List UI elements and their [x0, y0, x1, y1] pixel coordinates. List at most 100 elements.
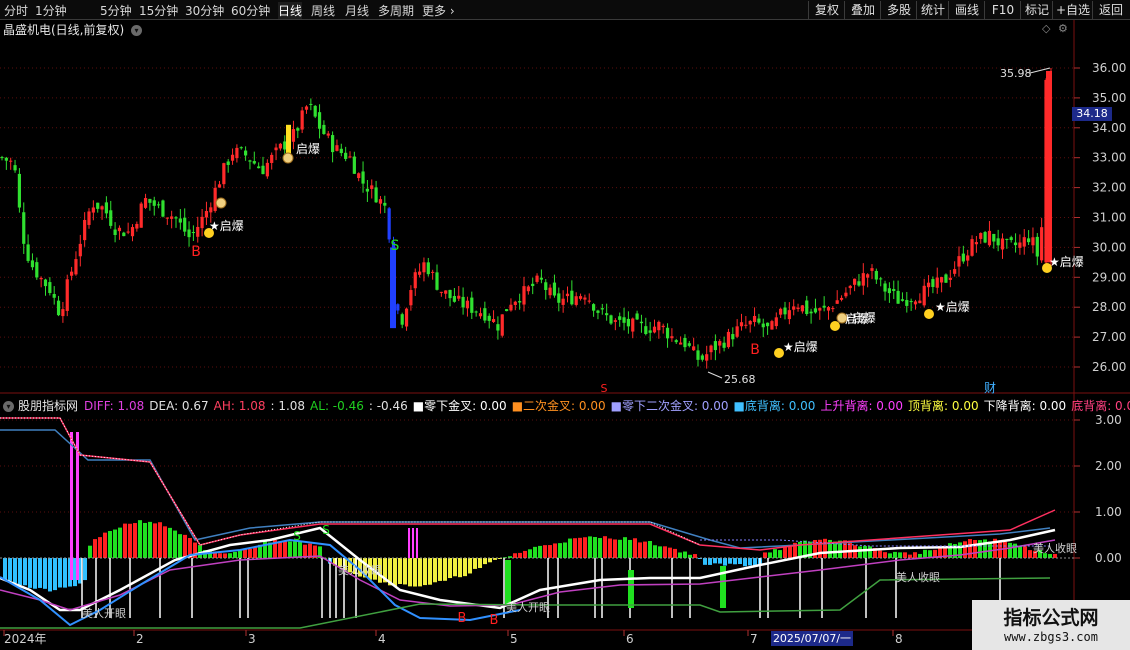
- histogram-bar: [473, 558, 477, 569]
- legend-item: ■零下金叉: 0.00: [412, 399, 507, 413]
- candle-body: [748, 321, 752, 325]
- indicator-menu-icon[interactable]: ▾: [3, 401, 14, 412]
- candle-body: [126, 231, 130, 233]
- candle-body: [143, 198, 148, 208]
- candle-body: [196, 226, 200, 237]
- histogram-bar: [458, 558, 462, 578]
- gear-icon[interactable]: ⚙: [1058, 22, 1068, 35]
- sell-signal: S: [391, 238, 400, 254]
- candle-body: [474, 311, 478, 313]
- histogram-bar: [158, 522, 162, 558]
- candle-body: [483, 308, 487, 321]
- histogram-bar: [408, 558, 412, 587]
- histogram-bar: [93, 539, 97, 558]
- candle-body: [435, 272, 439, 290]
- candle-body: [818, 308, 822, 311]
- candle-body: [113, 229, 117, 236]
- candle-body: [518, 301, 522, 303]
- candle-body: [609, 315, 613, 324]
- candle-body: [565, 293, 570, 297]
- candle-body: [848, 285, 852, 289]
- histogram-bar: [453, 558, 457, 577]
- histogram-bar: [468, 558, 472, 574]
- histogram-bar: [538, 545, 542, 558]
- candle-body: [948, 277, 952, 280]
- low-price-label: 25.68: [724, 373, 756, 386]
- time-tick-label: 5: [510, 632, 518, 646]
- candle-body: [831, 308, 835, 310]
- histogram-bar: [483, 558, 487, 565]
- magenta-bar: [416, 528, 418, 558]
- candle-body: [365, 188, 369, 192]
- candle-body: [922, 285, 926, 306]
- ind-tick-label: 1.00: [1095, 505, 1122, 519]
- candle-body: [100, 206, 104, 210]
- candle-body: [979, 233, 983, 239]
- site-watermark: 指标公式网 www.zbgs3.com: [972, 600, 1130, 650]
- candle-body: [892, 289, 896, 291]
- histogram-bar: [968, 539, 972, 558]
- histogram-bar: [218, 553, 222, 558]
- candle-body: [43, 279, 48, 287]
- histogram-bar: [398, 558, 402, 584]
- histogram-bar: [678, 552, 682, 558]
- candle-body: [283, 141, 287, 150]
- candle-body: [261, 165, 265, 175]
- chevron-down-icon[interactable]: ▾: [131, 25, 143, 36]
- legend-item: : -0.46: [368, 399, 408, 413]
- small-signal: S: [601, 382, 608, 395]
- histogram-bar: [293, 541, 297, 558]
- time-tick-label: 3: [248, 632, 256, 646]
- watermark-title: 指标公式网: [1003, 607, 1099, 629]
- candle-body: [674, 340, 678, 343]
- histogram-bar: [588, 536, 592, 558]
- candle-body: [648, 330, 652, 333]
- candle-body: [561, 298, 565, 305]
- histogram-bar: [1023, 546, 1027, 558]
- candle-body: [726, 331, 731, 348]
- histogram-bar: [973, 539, 977, 558]
- histogram-bar: [168, 527, 172, 558]
- histogram-bar: [3, 558, 7, 580]
- ind-buy-signal: B: [458, 611, 467, 626]
- candle-body: [309, 103, 313, 105]
- histogram-bar: [748, 558, 752, 566]
- histogram-bar: [683, 551, 687, 558]
- cursor-date-box: 2025/07/07/一: [771, 631, 853, 646]
- candle-body: [583, 297, 587, 300]
- histogram-bar: [563, 542, 567, 558]
- candle-body: [944, 274, 948, 283]
- price-tick-label: 26.00: [1092, 360, 1126, 374]
- candle-body: [200, 216, 204, 229]
- histogram-bar: [513, 553, 517, 558]
- diamond-icon[interactable]: ◇: [1042, 22, 1050, 35]
- price-tick-label: 31.00: [1092, 211, 1126, 225]
- histogram-bar: [528, 549, 532, 558]
- histogram-bar: [413, 558, 417, 587]
- candle-body: [879, 278, 883, 280]
- candle-body: [1005, 238, 1009, 240]
- candle-body: [870, 268, 874, 271]
- candle-body: [418, 271, 422, 275]
- candle-body: [39, 277, 43, 280]
- histogram-bar: [568, 538, 572, 558]
- candle-body: [774, 317, 778, 327]
- candle-body: [35, 262, 39, 278]
- candle-body: [926, 282, 931, 288]
- stock-chart[interactable]: 36.0035.0034.0033.0032.0031.0030.0029.00…: [0, 0, 1130, 650]
- histogram-bar: [233, 551, 237, 558]
- time-tick-label: 2: [136, 632, 144, 646]
- candle-body: [853, 278, 857, 285]
- candle-body: [470, 297, 474, 313]
- histogram-bar: [103, 532, 107, 558]
- histogram-bar: [868, 546, 872, 558]
- candle-body: [1009, 237, 1013, 241]
- qibao-dot: [924, 309, 934, 319]
- meiren-open-label: 美人开眼: [82, 607, 126, 620]
- candle-body: [505, 309, 509, 312]
- legend-item: ■底背离: 0.00: [733, 399, 816, 413]
- candle-body: [396, 304, 400, 311]
- candle-body: [513, 301, 517, 306]
- meiren-open-label: 美人开眼: [506, 601, 550, 614]
- candle-body: [961, 253, 965, 262]
